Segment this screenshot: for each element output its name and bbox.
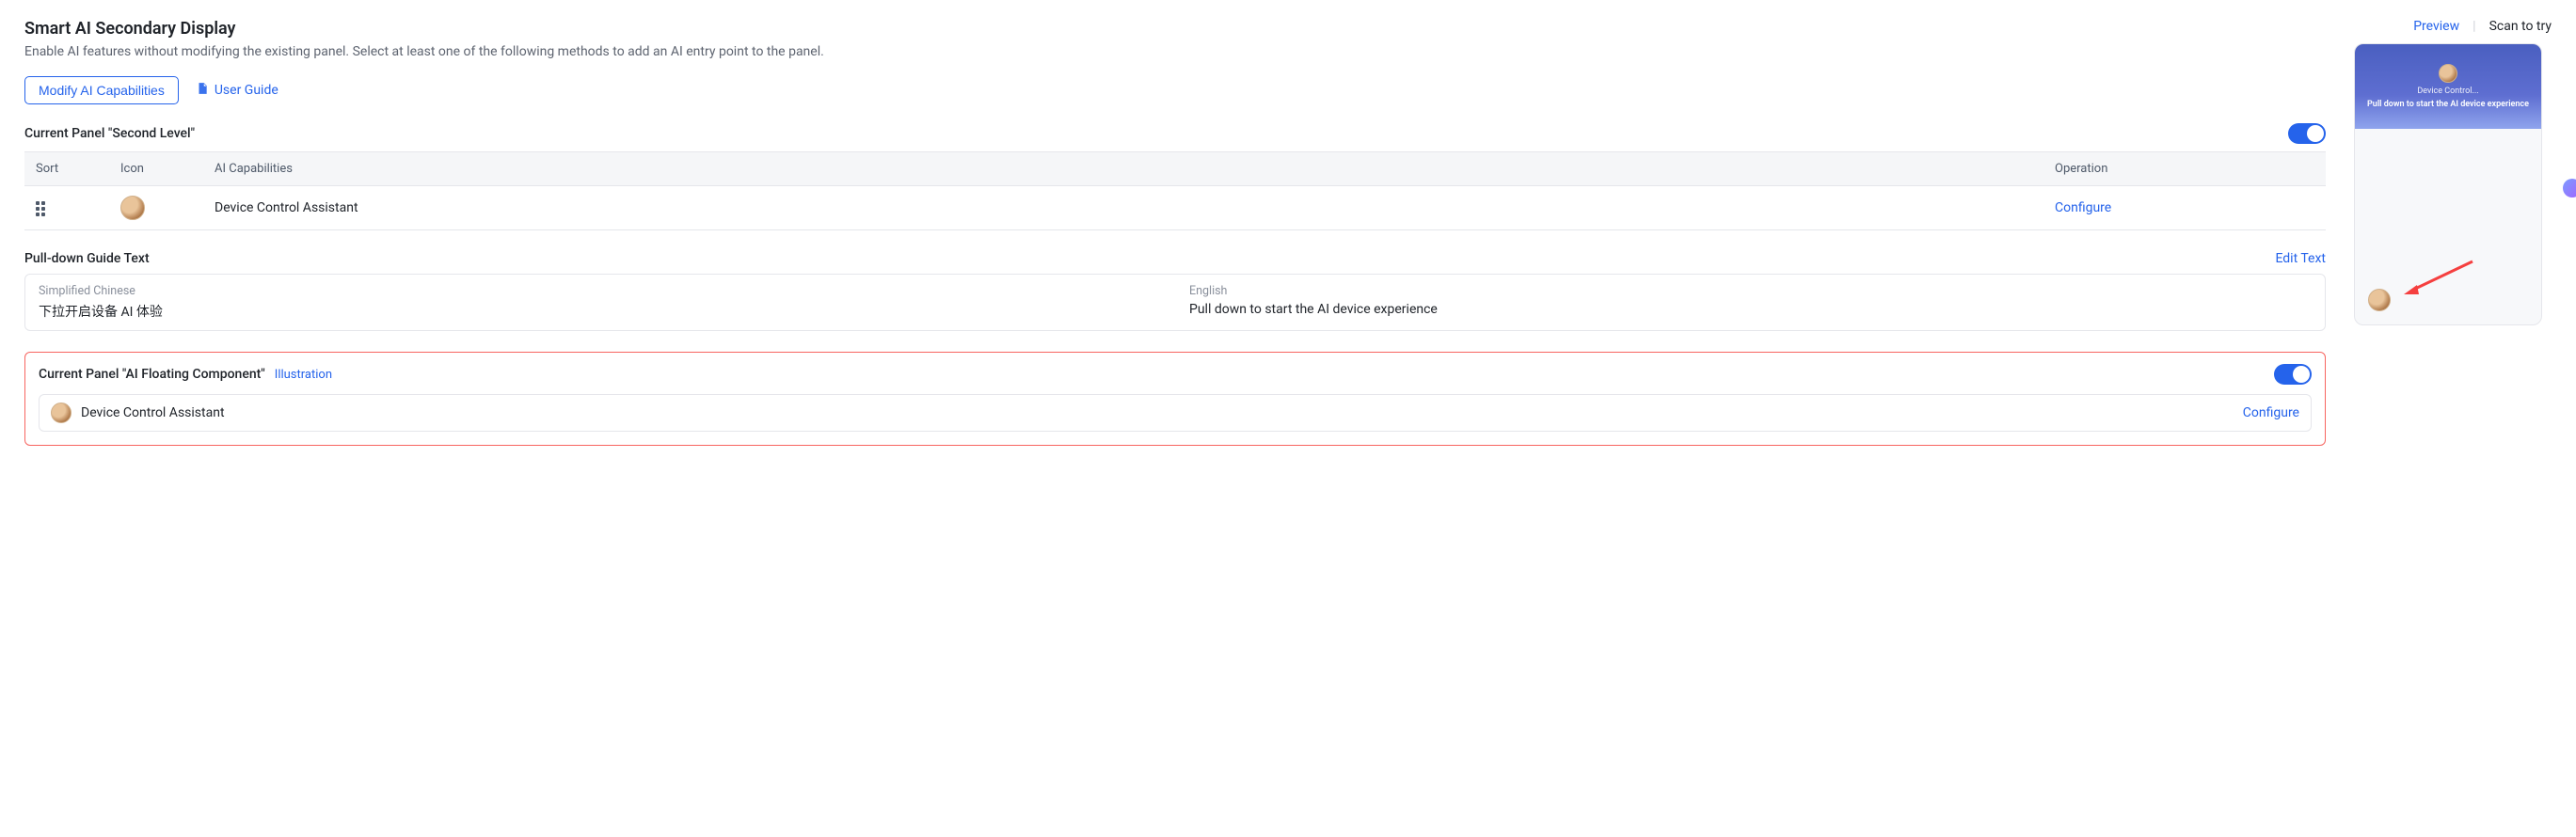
th-cap: AI Capabilities	[203, 152, 2043, 185]
page-title: Smart AI Secondary Display	[24, 19, 2326, 39]
device-avatar-icon	[51, 403, 72, 423]
th-icon: Icon	[109, 152, 203, 185]
edit-text-link[interactable]: Edit Text	[2275, 251, 2326, 266]
user-guide-label: User Guide	[215, 83, 278, 98]
floating-component-box: Current Panel "AI Floating Component" Il…	[24, 352, 2326, 446]
th-op: Operation	[2043, 152, 2326, 185]
second-level-toggle[interactable]	[2288, 123, 2326, 144]
floating-avatar-icon	[2368, 289, 2391, 311]
lang-en-text: Pull down to start the AI device experie…	[1189, 302, 2312, 317]
tab-preview[interactable]: Preview	[2413, 19, 2459, 34]
row-capability: Device Control Assistant	[203, 191, 2043, 225]
th-sort: Sort	[24, 152, 109, 185]
lang-zh-text: 下拉开启设备 AI 体验	[39, 302, 1161, 321]
preview-device-label: Device Control...	[2417, 87, 2478, 96]
preview-instruction: Pull down to start the AI device experie…	[2367, 100, 2529, 109]
document-icon	[196, 82, 209, 99]
configure-link[interactable]: Configure	[2055, 200, 2111, 215]
pulldown-label: Pull-down Guide Text	[24, 251, 150, 266]
user-guide-link[interactable]: User Guide	[196, 82, 278, 99]
floating-toggle[interactable]	[2274, 364, 2312, 385]
tab-scan-to-try[interactable]: Scan to try	[2489, 19, 2552, 34]
row-avatar-icon	[120, 196, 145, 220]
floating-label: Current Panel "AI Floating Component"	[39, 367, 265, 382]
page-subtitle: Enable AI features without modifying the…	[24, 44, 2326, 59]
capabilities-table: Sort Icon AI Capabilities Operation Devi…	[24, 151, 2326, 230]
second-level-label: Current Panel "Second Level"	[24, 126, 195, 141]
drag-handle-icon[interactable]	[36, 201, 47, 214]
device-preview: Device Control... Pull down to start the…	[2354, 43, 2542, 325]
device-name: Device Control Assistant	[81, 405, 2234, 420]
lang-zh-label: Simplified Chinese	[39, 284, 1161, 298]
preview-avatar-icon	[2439, 64, 2457, 83]
callout-arrow-icon	[2402, 259, 2477, 296]
modify-ai-button[interactable]: Modify AI Capabilities	[24, 76, 179, 104]
tab-separator: |	[2473, 19, 2475, 34]
floating-item-row: Device Control Assistant Configure	[39, 394, 2312, 432]
table-row: Device Control Assistant Configure	[24, 185, 2326, 229]
guide-text-box: Simplified Chinese 下拉开启设备 AI 体验 English …	[24, 274, 2326, 331]
lang-en-label: English	[1189, 284, 2312, 298]
assistant-bubble-icon[interactable]	[2563, 179, 2576, 197]
illustration-link[interactable]: Illustration	[275, 368, 332, 382]
device-configure-link[interactable]: Configure	[2243, 405, 2299, 420]
